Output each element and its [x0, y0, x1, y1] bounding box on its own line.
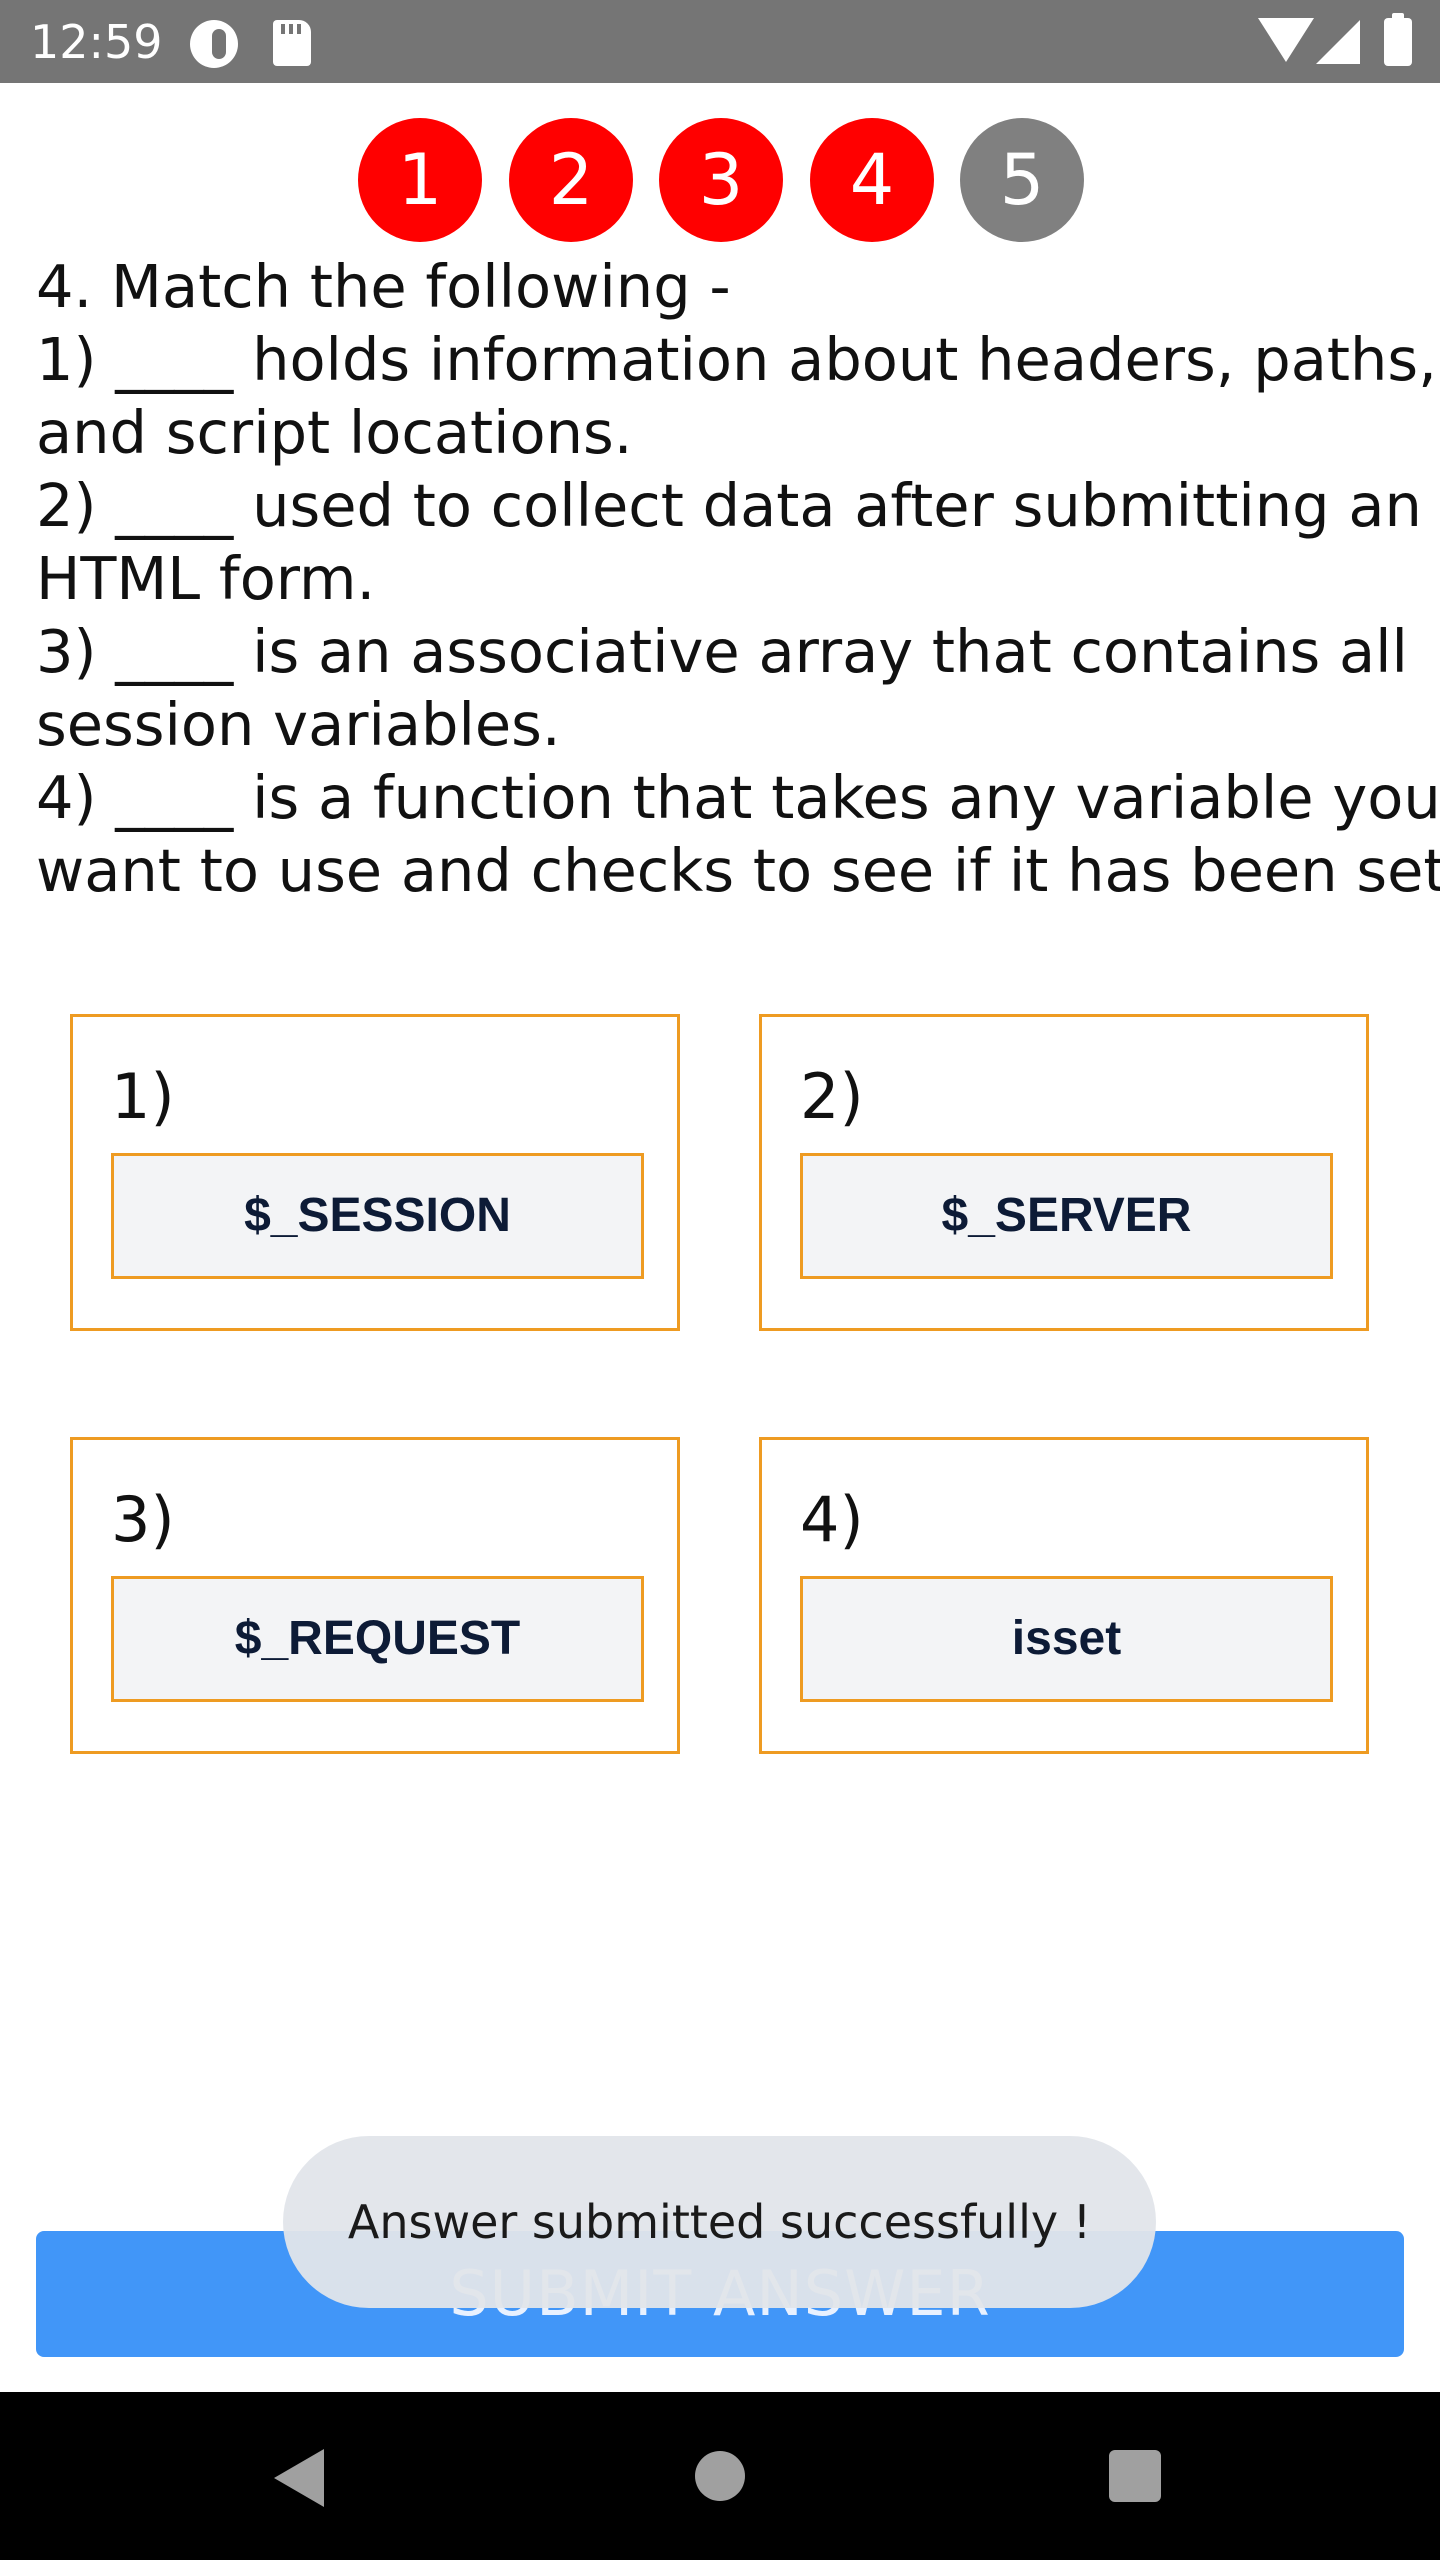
match-card-1: 1) $_SESSION — [70, 1014, 680, 1331]
match-card-label: 2) — [800, 1060, 864, 1133]
battery-icon — [1384, 13, 1412, 66]
question-stepper: 1 2 3 4 5 — [0, 118, 1440, 242]
match-card-3: 3) $_REQUEST — [70, 1437, 680, 1754]
step-3[interactable]: 3 — [659, 118, 783, 242]
status-bar: 12:59 — [0, 0, 1440, 83]
recents-icon[interactable] — [1109, 2450, 1161, 2502]
question-line: want to use and checks to see if it has … — [36, 836, 1440, 905]
match-card-label: 3) — [111, 1483, 175, 1556]
app-indicator-icon — [190, 20, 238, 68]
match-card-label: 1) — [111, 1060, 175, 1133]
navigation-bar — [0, 2392, 1440, 2560]
match-card-label: 4) — [800, 1483, 864, 1556]
step-5[interactable]: 5 — [960, 118, 1084, 242]
step-1[interactable]: 1 — [358, 118, 482, 242]
match-card-2: 2) $_SERVER — [759, 1014, 1369, 1331]
question-line: 1) ____ holds information about headers,… — [36, 325, 1437, 394]
home-icon[interactable] — [695, 2451, 745, 2501]
question-line: HTML form. — [36, 544, 376, 613]
status-time: 12:59 — [30, 15, 163, 69]
match-answer-slot[interactable]: $_REQUEST — [111, 1576, 644, 1702]
step-4[interactable]: 4 — [810, 118, 934, 242]
question-text: 4. Match the following - 1) ____ holds i… — [36, 250, 1440, 907]
step-2[interactable]: 2 — [509, 118, 633, 242]
match-answer-slot[interactable]: $_SERVER — [800, 1153, 1333, 1279]
wifi-icon — [1258, 18, 1314, 62]
match-answer-slot[interactable]: $_SESSION — [111, 1153, 644, 1279]
back-icon[interactable] — [274, 2449, 324, 2507]
question-line: and script locations. — [36, 398, 633, 467]
match-answer-slot[interactable]: isset — [800, 1576, 1333, 1702]
question-line: 3) ____ is an associative array that con… — [36, 617, 1408, 686]
sd-card-icon — [273, 20, 311, 66]
cell-signal-icon — [1316, 20, 1360, 64]
question-line: 4. Match the following - — [36, 252, 731, 321]
question-line: 2) ____ used to collect data after submi… — [36, 471, 1422, 540]
toast-message: Answer submitted successfully ! — [283, 2136, 1156, 2308]
question-line: session variables. — [36, 690, 561, 759]
question-line: 4) ____ is a function that takes any var… — [36, 763, 1440, 832]
match-card-4: 4) isset — [759, 1437, 1369, 1754]
